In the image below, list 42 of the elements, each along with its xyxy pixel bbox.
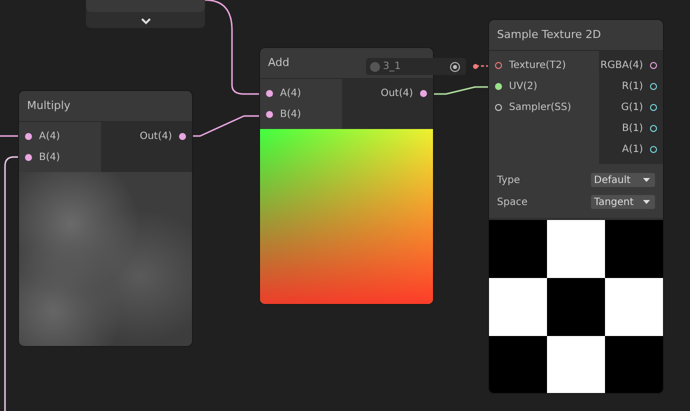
property-name: 3_1 bbox=[383, 61, 402, 72]
dropdown[interactable]: Default bbox=[591, 173, 655, 187]
port-icon[interactable] bbox=[25, 133, 32, 140]
port-label: Out(4) bbox=[380, 88, 413, 99]
port-icon[interactable] bbox=[650, 125, 657, 132]
port-label: B(4) bbox=[39, 152, 60, 163]
port-icon[interactable] bbox=[650, 83, 657, 90]
port-label: RGBA(4) bbox=[600, 60, 643, 71]
port-label: B(1) bbox=[622, 123, 643, 134]
node-title: Multiply bbox=[19, 91, 192, 122]
port-label: A(1) bbox=[622, 144, 643, 155]
port-icon[interactable] bbox=[25, 154, 32, 161]
port-icon[interactable] bbox=[650, 146, 657, 153]
port-icon[interactable] bbox=[473, 64, 478, 69]
port-icon[interactable] bbox=[495, 62, 502, 69]
port-label: G(1) bbox=[621, 102, 643, 113]
chevron-down-icon[interactable] bbox=[141, 18, 151, 25]
port-label: A(4) bbox=[280, 88, 302, 99]
port-label: R(1) bbox=[622, 81, 643, 92]
port-label: Texture(T2) bbox=[509, 60, 566, 71]
port-icon[interactable] bbox=[420, 90, 427, 97]
port-label: UV(2) bbox=[509, 81, 538, 92]
setting-label: Type bbox=[497, 174, 520, 186]
caret-icon bbox=[643, 178, 650, 182]
port-icon[interactable] bbox=[495, 104, 502, 111]
property-icon bbox=[370, 62, 380, 72]
dropdown[interactable]: Tangent bbox=[591, 195, 655, 209]
property-node[interactable]: 3_1 bbox=[366, 58, 466, 75]
port-label: B(4) bbox=[280, 109, 302, 120]
port-icon[interactable] bbox=[266, 111, 273, 118]
port-icon[interactable] bbox=[650, 104, 657, 111]
caret-icon bbox=[643, 200, 650, 204]
port-icon[interactable] bbox=[495, 83, 502, 90]
target-icon[interactable] bbox=[450, 62, 460, 72]
port-icon[interactable] bbox=[179, 133, 186, 140]
node-title: Sample Texture 2D bbox=[489, 20, 663, 51]
port-icon[interactable] bbox=[266, 90, 273, 97]
port-icon[interactable] bbox=[650, 62, 657, 69]
setting-label: Space bbox=[497, 196, 528, 208]
port-label: Sampler(SS) bbox=[509, 102, 572, 113]
port-label: Out(4) bbox=[140, 131, 172, 142]
port-label: A(4) bbox=[39, 131, 60, 142]
